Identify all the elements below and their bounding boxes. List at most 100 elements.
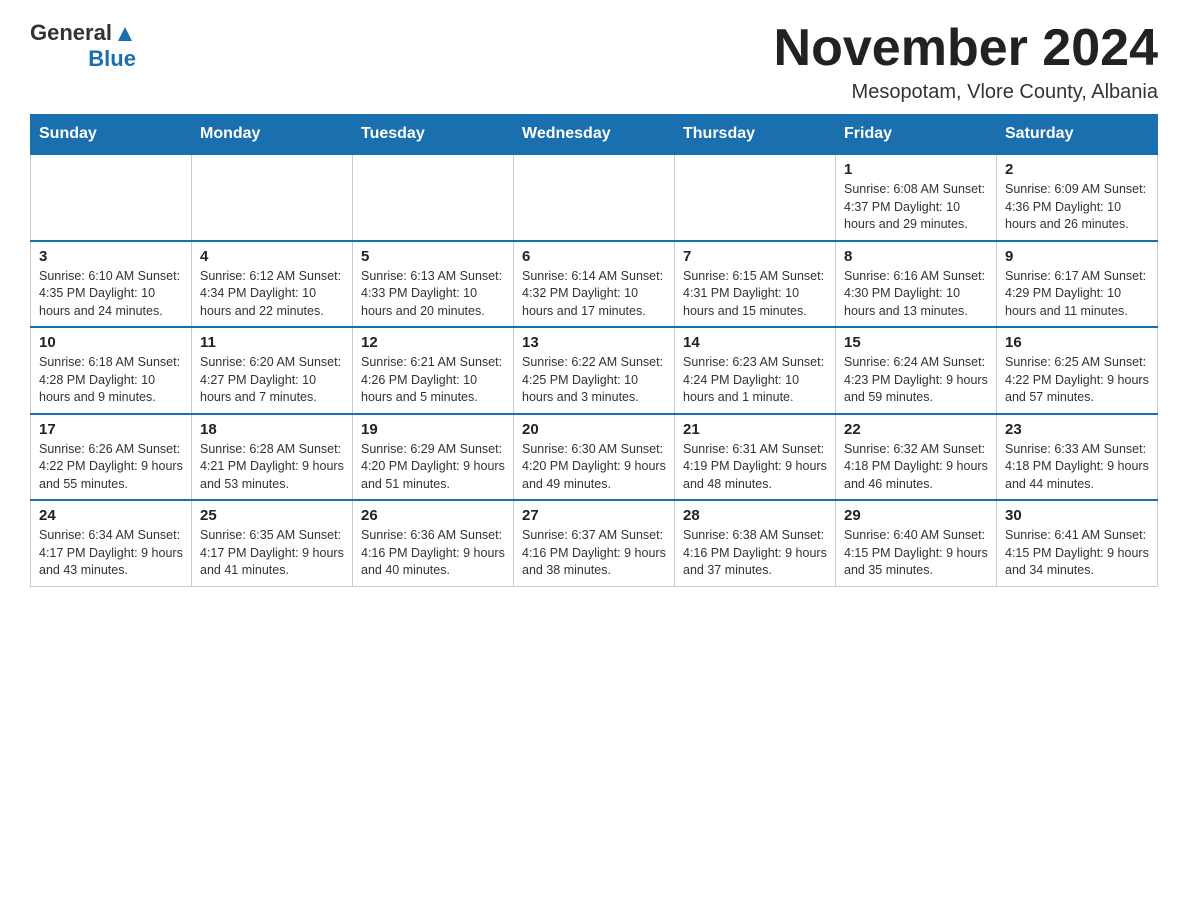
calendar-cell: 22 Sunrise: 6:32 AM Sunset: 4:18 PM Dayli… [836, 414, 997, 501]
calendar-header-friday: Friday [836, 115, 997, 155]
calendar-cell: 10 Sunrise: 6:18 AM Sunset: 4:28 PM Dayli… [31, 327, 192, 414]
calendar-cell: 25Sunrise: 6:35 AM Sunset: 4:17 PM Dayli… [192, 500, 353, 586]
calendar: SundayMondayTuesdayWednesdayThursdayFrid… [30, 114, 1158, 587]
calendar-cell: 30Sunrise: 6:41 AM Sunset: 4:15 PM Dayli… [997, 500, 1158, 586]
day-info: Sunrise: 6:31 AM Sunset: 4:19 PM Dayligh… [683, 441, 827, 494]
calendar-cell: 1 Sunrise: 6:08 AM Sunset: 4:37 PM Daylig… [836, 154, 997, 241]
day-number: 29 [844, 507, 988, 524]
day-number: 1 [844, 161, 988, 178]
calendar-cell: 6 Sunrise: 6:14 AM Sunset: 4:32 PM Daylig… [514, 241, 675, 328]
day-info: Sunrise: 6:36 AM Sunset: 4:16 PM Dayligh… [361, 527, 505, 580]
calendar-header-tuesday: Tuesday [353, 115, 514, 155]
day-number: 12 [361, 334, 505, 351]
day-info: Sunrise: 6:26 AM Sunset: 4:22 PM Dayligh… [39, 441, 183, 494]
calendar-cell: 11Sunrise: 6:20 AM Sunset: 4:27 PM Dayli… [192, 327, 353, 414]
day-number: 20 [522, 421, 666, 438]
day-info: Sunrise: 6:22 AM Sunset: 4:25 PM Dayligh… [522, 354, 666, 407]
calendar-cell: 4 Sunrise: 6:12 AM Sunset: 4:34 PM Daylig… [192, 241, 353, 328]
calendar-cell: 18 Sunrise: 6:28 AM Sunset: 4:21 PM Dayli… [192, 414, 353, 501]
calendar-header-thursday: Thursday [675, 115, 836, 155]
day-info: Sunrise: 6:20 AM Sunset: 4:27 PM Dayligh… [200, 354, 344, 407]
day-info: Sunrise: 6:12 AM Sunset: 4:34 PM Dayligh… [200, 268, 344, 321]
day-info: Sunrise: 6:32 AM Sunset: 4:18 PM Dayligh… [844, 441, 988, 494]
week-row-3: 10 Sunrise: 6:18 AM Sunset: 4:28 PM Dayli… [31, 327, 1158, 414]
calendar-cell: 3 Sunrise: 6:10 AM Sunset: 4:35 PM Daylig… [31, 241, 192, 328]
calendar-cell: 17 Sunrise: 6:26 AM Sunset: 4:22 PM Dayli… [31, 414, 192, 501]
logo-general-text: General [30, 20, 112, 46]
day-info: Sunrise: 6:21 AM Sunset: 4:26 PM Dayligh… [361, 354, 505, 407]
day-info: Sunrise: 6:37 AM Sunset: 4:16 PM Dayligh… [522, 527, 666, 580]
day-number: 18 [200, 421, 344, 438]
day-number: 2 [1005, 161, 1149, 178]
day-number: 17 [39, 421, 183, 438]
day-info: Sunrise: 6:25 AM Sunset: 4:22 PM Dayligh… [1005, 354, 1149, 407]
day-info: Sunrise: 6:38 AM Sunset: 4:16 PM Dayligh… [683, 527, 827, 580]
calendar-cell: 28Sunrise: 6:38 AM Sunset: 4:16 PM Dayli… [675, 500, 836, 586]
day-number: 6 [522, 248, 666, 265]
day-info: Sunrise: 6:09 AM Sunset: 4:36 PM Dayligh… [1005, 181, 1149, 234]
day-number: 10 [39, 334, 183, 351]
day-number: 7 [683, 248, 827, 265]
logo: General Blue [30, 20, 136, 72]
calendar-cell: 21Sunrise: 6:31 AM Sunset: 4:19 PM Dayli… [675, 414, 836, 501]
calendar-header-monday: Monday [192, 115, 353, 155]
day-number: 27 [522, 507, 666, 524]
day-info: Sunrise: 6:33 AM Sunset: 4:18 PM Dayligh… [1005, 441, 1149, 494]
calendar-cell [514, 154, 675, 241]
week-row-1: 1 Sunrise: 6:08 AM Sunset: 4:37 PM Daylig… [31, 154, 1158, 241]
day-number: 9 [1005, 248, 1149, 265]
day-number: 22 [844, 421, 988, 438]
day-number: 3 [39, 248, 183, 265]
calendar-cell: 2 Sunrise: 6:09 AM Sunset: 4:36 PM Daylig… [997, 154, 1158, 241]
calendar-cell [353, 154, 514, 241]
logo-triangle-icon [114, 23, 136, 45]
calendar-cell: 23 Sunrise: 6:33 AM Sunset: 4:18 PM Dayli… [997, 414, 1158, 501]
day-number: 4 [200, 248, 344, 265]
day-info: Sunrise: 6:17 AM Sunset: 4:29 PM Dayligh… [1005, 268, 1149, 321]
header: General Blue November 2024 Mesopotam, Vl… [30, 20, 1158, 104]
day-number: 24 [39, 507, 183, 524]
calendar-cell: 15 Sunrise: 6:24 AM Sunset: 4:23 PM Dayli… [836, 327, 997, 414]
day-info: Sunrise: 6:08 AM Sunset: 4:37 PM Dayligh… [844, 181, 988, 234]
day-info: Sunrise: 6:30 AM Sunset: 4:20 PM Dayligh… [522, 441, 666, 494]
day-info: Sunrise: 6:41 AM Sunset: 4:15 PM Dayligh… [1005, 527, 1149, 580]
day-info: Sunrise: 6:29 AM Sunset: 4:20 PM Dayligh… [361, 441, 505, 494]
day-number: 15 [844, 334, 988, 351]
week-row-2: 3 Sunrise: 6:10 AM Sunset: 4:35 PM Daylig… [31, 241, 1158, 328]
day-number: 16 [1005, 334, 1149, 351]
page-title: November 2024 [774, 20, 1158, 77]
calendar-cell: 7 Sunrise: 6:15 AM Sunset: 4:31 PM Daylig… [675, 241, 836, 328]
day-number: 8 [844, 248, 988, 265]
calendar-cell: 19Sunrise: 6:29 AM Sunset: 4:20 PM Dayli… [353, 414, 514, 501]
day-number: 5 [361, 248, 505, 265]
day-info: Sunrise: 6:40 AM Sunset: 4:15 PM Dayligh… [844, 527, 988, 580]
day-info: Sunrise: 6:24 AM Sunset: 4:23 PM Dayligh… [844, 354, 988, 407]
calendar-header-row: SundayMondayTuesdayWednesdayThursdayFrid… [31, 115, 1158, 155]
day-info: Sunrise: 6:28 AM Sunset: 4:21 PM Dayligh… [200, 441, 344, 494]
day-info: Sunrise: 6:14 AM Sunset: 4:32 PM Dayligh… [522, 268, 666, 321]
day-number: 26 [361, 507, 505, 524]
calendar-cell: 14Sunrise: 6:23 AM Sunset: 4:24 PM Dayli… [675, 327, 836, 414]
day-info: Sunrise: 6:18 AM Sunset: 4:28 PM Dayligh… [39, 354, 183, 407]
day-number: 14 [683, 334, 827, 351]
calendar-cell [192, 154, 353, 241]
calendar-cell: 27 Sunrise: 6:37 AM Sunset: 4:16 PM Dayli… [514, 500, 675, 586]
calendar-cell: 8Sunrise: 6:16 AM Sunset: 4:30 PM Daylig… [836, 241, 997, 328]
calendar-cell: 20 Sunrise: 6:30 AM Sunset: 4:20 PM Dayli… [514, 414, 675, 501]
calendar-cell: 29 Sunrise: 6:40 AM Sunset: 4:15 PM Dayli… [836, 500, 997, 586]
calendar-cell: 16 Sunrise: 6:25 AM Sunset: 4:22 PM Dayli… [997, 327, 1158, 414]
day-info: Sunrise: 6:10 AM Sunset: 4:35 PM Dayligh… [39, 268, 183, 321]
calendar-cell: 12 Sunrise: 6:21 AM Sunset: 4:26 PM Dayli… [353, 327, 514, 414]
day-info: Sunrise: 6:34 AM Sunset: 4:17 PM Dayligh… [39, 527, 183, 580]
logo-blue-text: Blue [88, 46, 136, 72]
title-area: November 2024 Mesopotam, Vlore County, A… [774, 20, 1158, 104]
day-number: 23 [1005, 421, 1149, 438]
day-info: Sunrise: 6:35 AM Sunset: 4:17 PM Dayligh… [200, 527, 344, 580]
calendar-cell: 5Sunrise: 6:13 AM Sunset: 4:33 PM Daylig… [353, 241, 514, 328]
calendar-cell: 9 Sunrise: 6:17 AM Sunset: 4:29 PM Daylig… [997, 241, 1158, 328]
calendar-cell: 26 Sunrise: 6:36 AM Sunset: 4:16 PM Dayli… [353, 500, 514, 586]
calendar-header-saturday: Saturday [997, 115, 1158, 155]
day-info: Sunrise: 6:15 AM Sunset: 4:31 PM Dayligh… [683, 268, 827, 321]
calendar-header-wednesday: Wednesday [514, 115, 675, 155]
calendar-cell: 13Sunrise: 6:22 AM Sunset: 4:25 PM Dayli… [514, 327, 675, 414]
